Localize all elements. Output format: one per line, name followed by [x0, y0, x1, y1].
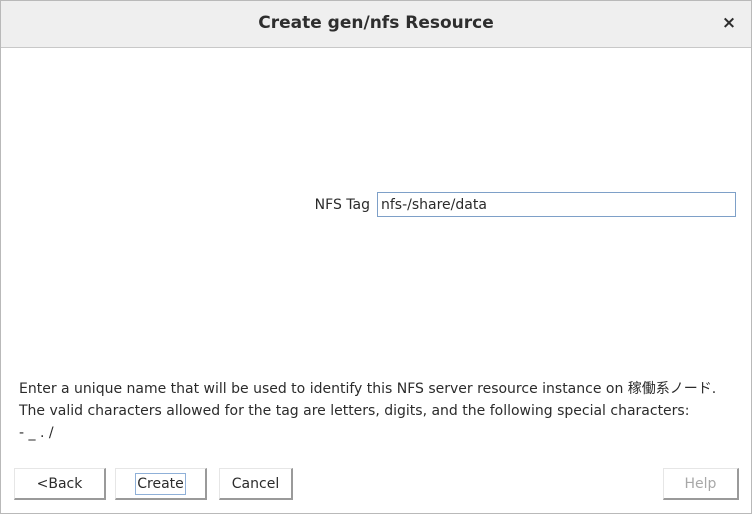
help-button[interactable]: Help: [663, 468, 739, 500]
create-button[interactable]: Create: [115, 468, 207, 500]
dialog-title: Create gen/nfs Resource: [258, 13, 494, 33]
help-line-3: - _ . /: [19, 425, 54, 441]
cancel-button[interactable]: Cancel: [219, 468, 293, 500]
nfs-tag-input[interactable]: [377, 192, 736, 217]
close-icon[interactable]: ×: [717, 11, 741, 35]
title-bar[interactable]: Create gen/nfs Resource ×: [1, 1, 751, 48]
create-button-label: Create: [135, 473, 186, 495]
help-description: Enter a unique name that will be used to…: [19, 378, 739, 444]
create-resource-dialog: Create gen/nfs Resource × NFS Tag Enter …: [0, 0, 752, 514]
nfs-tag-label: NFS Tag: [314, 197, 370, 213]
back-button[interactable]: <Back: [14, 468, 106, 500]
help-line-1: Enter a unique name that will be used to…: [19, 381, 717, 397]
help-line-2: The valid characters allowed for the tag…: [19, 403, 690, 419]
